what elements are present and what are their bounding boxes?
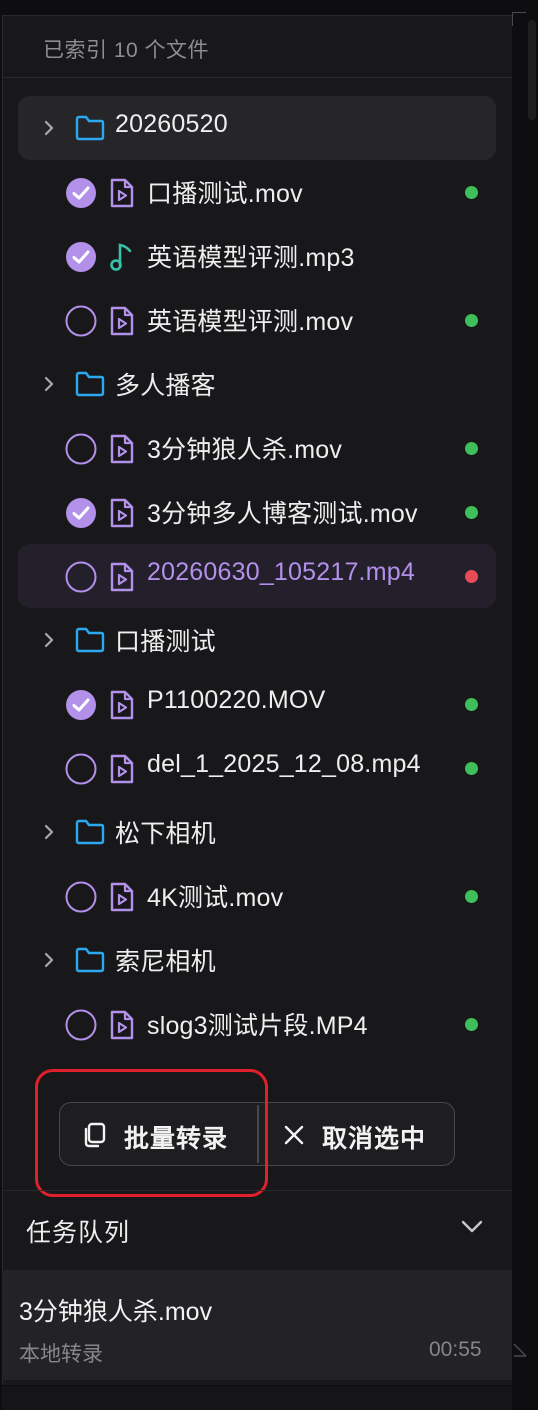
task-item[interactable]: 3分钟狼人杀.mov 本地转录 00:55 <box>2 1270 512 1380</box>
file-label: 4K测试.mov <box>147 884 284 912</box>
checkbox-checked-icon[interactable] <box>65 689 97 721</box>
index-status-text: 已索引 10 个文件 <box>43 39 210 62</box>
folder-row[interactable]: 索尼相机 <box>18 928 496 992</box>
status-dot-green <box>465 698 478 711</box>
music-note-icon <box>110 243 132 271</box>
file-row[interactable]: del_1_2025_12_08.mp4 <box>18 736 496 800</box>
video-file-icon <box>110 562 134 592</box>
panel-corner-marker <box>512 12 526 26</box>
chevron-right-icon[interactable] <box>43 822 55 842</box>
file-label: slog3测试片段.MP4 <box>147 1012 368 1040</box>
index-header: 已索引 10 个文件 <box>2 16 512 78</box>
status-dot-green <box>465 1018 478 1031</box>
scrollbar-track[interactable] <box>513 15 538 1410</box>
folder-label: 多人播客 <box>115 372 216 400</box>
file-label: 20260630_105217.mp4 <box>147 558 415 586</box>
video-file-icon <box>110 882 134 912</box>
folder-icon <box>75 627 105 653</box>
close-icon <box>284 1125 304 1145</box>
file-row[interactable]: 口播测试.mov <box>18 160 496 224</box>
folder-row[interactable]: 多人播客 <box>18 352 496 416</box>
checkbox-unchecked-icon[interactable] <box>65 1009 97 1041</box>
status-dot-green <box>465 506 478 519</box>
checkbox-unchecked-icon[interactable] <box>65 753 97 785</box>
file-label: 英语模型评测.mov <box>147 308 354 336</box>
checkbox-unchecked-icon[interactable] <box>65 433 97 465</box>
video-file-icon <box>110 1010 134 1040</box>
scrollbar-thumb[interactable] <box>528 20 536 120</box>
chevron-right-icon[interactable] <box>43 118 55 138</box>
folder-label: 松下相机 <box>115 820 216 848</box>
folder-icon <box>75 947 105 973</box>
checkbox-unchecked-icon[interactable] <box>65 305 97 337</box>
app-window: 已索引 10 个文件 20260520 口播测试.mov 英语模型评测.mp3 英语模… <box>0 0 538 1410</box>
checkbox-checked-icon[interactable] <box>65 241 97 273</box>
checkbox-unchecked-icon[interactable] <box>65 561 97 593</box>
video-file-icon <box>110 306 134 336</box>
task-queue-title: 任务队列 <box>26 1219 131 1247</box>
checkbox-checked-icon[interactable] <box>65 177 97 209</box>
folder-icon <box>75 819 105 845</box>
video-file-icon <box>110 498 134 528</box>
video-file-icon <box>110 690 134 720</box>
file-label: P1100220.MOV <box>147 686 326 714</box>
video-file-icon <box>110 434 134 464</box>
file-row[interactable]: 英语模型评测.mov <box>18 288 496 352</box>
checkbox-unchecked-icon[interactable] <box>65 881 97 913</box>
task-type: 本地转录 <box>19 1343 103 1366</box>
bottom-bar <box>2 1386 512 1410</box>
status-dot-green <box>465 442 478 455</box>
video-file-icon <box>110 178 134 208</box>
clear-selection-button[interactable]: 取消选中 <box>259 1103 453 1164</box>
chevron-down-icon[interactable] <box>460 1219 484 1235</box>
file-label: 3分钟多人博客测试.mov <box>147 500 418 528</box>
file-row[interactable]: slog3测试片段.MP4 <box>18 992 496 1056</box>
status-dot-green <box>465 890 478 903</box>
file-label: 口播测试.mov <box>147 180 303 208</box>
file-row[interactable]: 20260630_105217.mp4 <box>18 544 496 608</box>
task-name: 3分钟狼人杀.mov <box>19 1298 213 1326</box>
file-row[interactable]: P1100220.MOV <box>18 672 496 736</box>
file-row[interactable]: 3分钟狼人杀.mov <box>18 416 496 480</box>
status-dot-green <box>465 186 478 199</box>
video-file-icon <box>110 754 134 784</box>
task-time: 00:55 <box>429 1338 482 1361</box>
chevron-right-icon[interactable] <box>43 374 55 394</box>
folder-icon <box>75 115 105 141</box>
highlight-annotation-box <box>35 1069 268 1197</box>
folder-row[interactable]: 松下相机 <box>18 800 496 864</box>
chevron-right-icon[interactable] <box>43 630 55 650</box>
folder-label: 索尼相机 <box>115 948 216 976</box>
task-queue-header[interactable]: 任务队列 <box>2 1190 512 1268</box>
folder-row[interactable]: 20260520 <box>18 96 496 160</box>
folder-label: 20260520 <box>115 110 228 138</box>
file-label: del_1_2025_12_08.mp4 <box>147 750 421 778</box>
file-row[interactable]: 3分钟多人博客测试.mov <box>18 480 496 544</box>
clear-selection-label: 取消选中 <box>322 1125 427 1153</box>
folder-row[interactable]: 口播测试 <box>18 608 496 672</box>
status-dot-green <box>465 762 478 775</box>
folder-icon <box>75 371 105 397</box>
file-label: 3分钟狼人杀.mov <box>147 436 343 464</box>
file-row[interactable]: 4K测试.mov <box>18 864 496 928</box>
checkbox-checked-icon[interactable] <box>65 497 97 529</box>
folder-label: 口播测试 <box>115 628 216 656</box>
file-label: 英语模型评测.mp3 <box>147 244 355 272</box>
resize-grip-icon[interactable] <box>512 1342 528 1358</box>
file-row[interactable]: 英语模型评测.mp3 <box>18 224 496 288</box>
status-dot-green <box>465 314 478 327</box>
chevron-right-icon[interactable] <box>43 950 55 970</box>
status-dot-red <box>465 570 478 583</box>
